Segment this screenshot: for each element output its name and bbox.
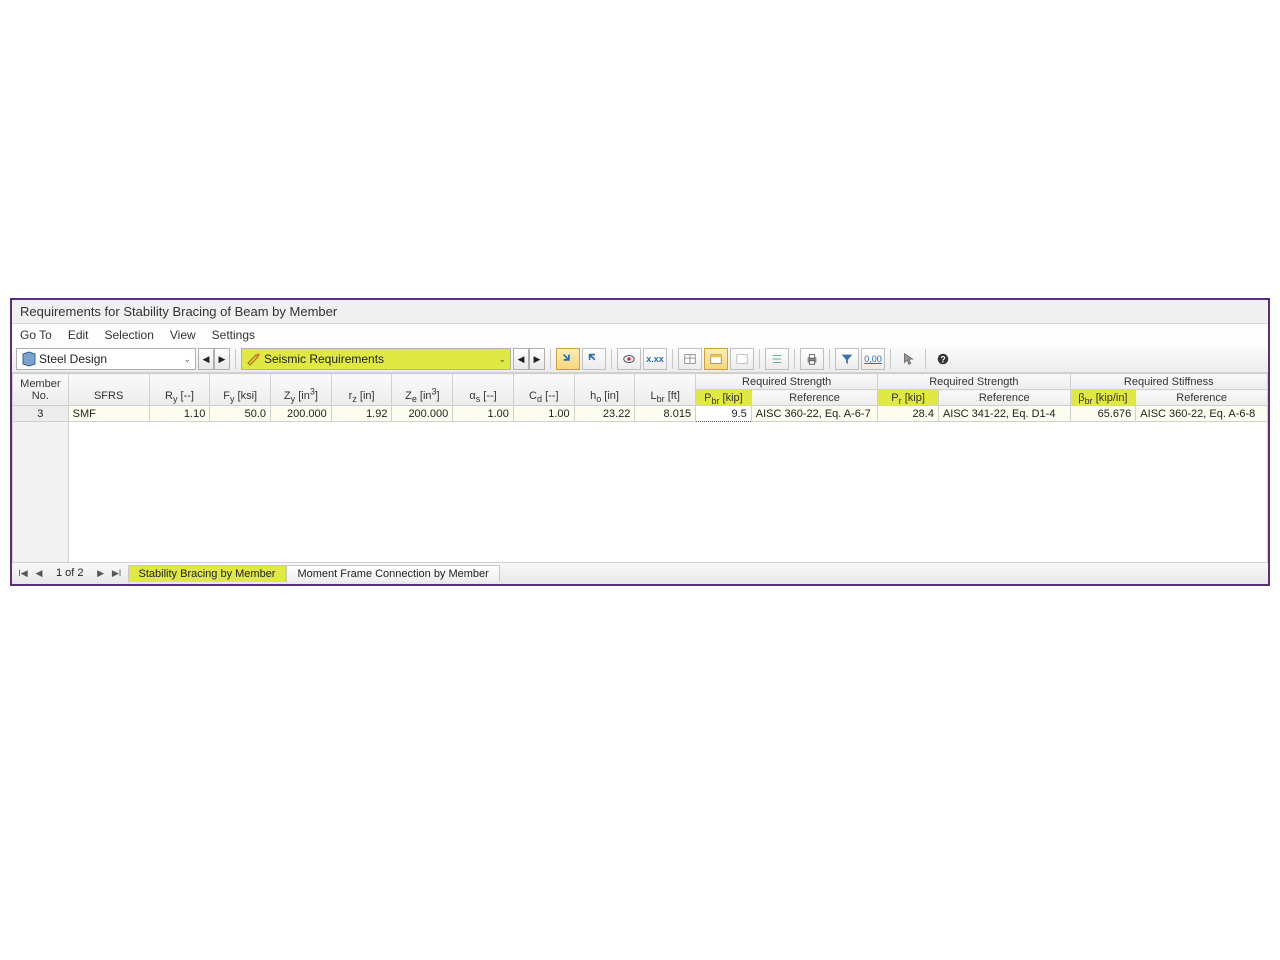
cell-zy[interactable]: 200.000 (271, 406, 332, 422)
col-sfrs[interactable]: SFRS (68, 374, 149, 406)
col-zy[interactable]: Zy [in3] (271, 374, 332, 406)
eye-icon-button[interactable] (617, 348, 641, 370)
col-lbr[interactable]: Lbr [ft] (635, 374, 696, 406)
combo-seismic-req[interactable]: Seismic Requirements ⌄ (241, 348, 511, 370)
menu-edit[interactable]: Edit (68, 328, 89, 342)
prev-category-button[interactable]: ◀ (198, 348, 214, 370)
menu-goto[interactable]: Go To (20, 328, 52, 342)
chevron-down-icon: ⌄ (169, 354, 191, 365)
col-pbr[interactable]: Pbr [kip] (696, 390, 752, 406)
print-icon-button[interactable] (800, 348, 824, 370)
group-req-strength-2: Required Strength (878, 374, 1070, 390)
table-blank-icon-button[interactable] (730, 348, 754, 370)
table-row[interactable]: 3 SMF 1.10 50.0 200.000 1.92 200.000 1.0… (13, 406, 1268, 422)
page-indicator: 1 of 2 (48, 567, 92, 579)
col-ho[interactable]: ho [in] (574, 374, 635, 406)
last-page-button[interactable]: ▶I (110, 565, 124, 581)
cell-ref2[interactable]: AISC 341-22, Eq. D1-4 (938, 406, 1070, 422)
first-page-button[interactable]: I◀ (16, 565, 30, 581)
col-ref2[interactable]: Reference (938, 390, 1070, 406)
chevron-down-icon: ⌄ (484, 354, 506, 365)
app-window: Requirements for Stability Bracing of Be… (10, 298, 1270, 586)
cell-ze[interactable]: 200.000 (392, 406, 453, 422)
col-as[interactable]: αs [--] (453, 374, 514, 406)
toolbar: Steel Design ⌄ ◀ ▶ Seismic Requirements … (12, 346, 1268, 373)
menu-view[interactable]: View (170, 328, 196, 342)
cell-bbr[interactable]: 65.676 (1070, 406, 1136, 422)
col-fy[interactable]: Fy [ksi] (210, 374, 271, 406)
combo-steel-label: Steel Design (39, 352, 107, 366)
next-category-button[interactable]: ▶ (214, 348, 230, 370)
cell-lbr[interactable]: 8.015 (635, 406, 696, 422)
next-item-button[interactable]: ▶ (529, 348, 545, 370)
cell-ry[interactable]: 1.10 (149, 406, 210, 422)
col-ze[interactable]: Ze [in3] (392, 374, 453, 406)
combo-seismic-label: Seismic Requirements (264, 352, 384, 366)
cell-cd[interactable]: 1.00 (513, 406, 574, 422)
pager: I◀ ◀ 1 of 2 ▶ ▶I (12, 565, 128, 581)
table-hl-icon-button[interactable] (704, 348, 728, 370)
group-req-strength-1: Required Strength (696, 374, 878, 390)
title-bar: Requirements for Stability Bracing of Be… (12, 300, 1268, 324)
menu-settings[interactable]: Settings (212, 328, 255, 342)
col-cd[interactable]: Cd [--] (513, 374, 574, 406)
separator (829, 349, 830, 369)
group-req-stiffness: Required Stiffness (1070, 374, 1267, 390)
table-icon-button[interactable] (678, 348, 702, 370)
tab-stability-bracing[interactable]: Stability Bracing by Member (128, 565, 287, 582)
next-page-button[interactable]: ▶ (94, 565, 108, 581)
separator (672, 349, 673, 369)
pointer-icon-button[interactable] (896, 348, 920, 370)
separator (794, 349, 795, 369)
arrow-in-icon-button[interactable] (556, 348, 580, 370)
steel-icon (21, 351, 37, 367)
col-pr[interactable]: Pr [kip] (878, 390, 939, 406)
list-icon-button[interactable] (765, 348, 789, 370)
decimal-icon-button[interactable]: x.xx (643, 348, 667, 370)
separator (759, 349, 760, 369)
col-ry[interactable]: Ry [--] (149, 374, 210, 406)
cell-ref1[interactable]: AISC 360-22, Eq. A-6-7 (751, 406, 878, 422)
cell-pr[interactable]: 28.4 (878, 406, 939, 422)
footer: I◀ ◀ 1 of 2 ▶ ▶I Stability Bracing by Me… (12, 562, 1268, 584)
pencil-check-icon (246, 351, 262, 367)
arrow-out-icon-button[interactable] (582, 348, 606, 370)
cell-fy[interactable]: 50.0 (210, 406, 271, 422)
tab-moment-frame[interactable]: Moment Frame Connection by Member (286, 565, 499, 582)
separator (890, 349, 891, 369)
help-icon-button[interactable]: ? (931, 348, 955, 370)
prev-item-button[interactable]: ◀ (513, 348, 529, 370)
separator (235, 349, 236, 369)
cell-member[interactable]: 3 (13, 406, 69, 422)
prev-page-button[interactable]: ◀ (32, 565, 46, 581)
separator (550, 349, 551, 369)
separator (925, 349, 926, 369)
combo-steel-design[interactable]: Steel Design ⌄ (16, 348, 196, 370)
col-ref1[interactable]: Reference (751, 390, 878, 406)
zero-dec-icon-button[interactable]: 0,00 (861, 348, 885, 370)
cell-rz[interactable]: 1.92 (331, 406, 392, 422)
separator (611, 349, 612, 369)
empty-area (13, 422, 1268, 562)
cell-sfrs[interactable]: SMF (68, 406, 149, 422)
col-ref3[interactable]: Reference (1136, 390, 1268, 406)
cell-ho[interactable]: 23.22 (574, 406, 635, 422)
col-member-no[interactable]: MemberNo. (13, 374, 69, 406)
menu-selection[interactable]: Selection (105, 328, 154, 342)
svg-text:?: ? (940, 355, 945, 365)
col-rz[interactable]: rz [in] (331, 374, 392, 406)
col-bbr[interactable]: βbr [kip/in] (1070, 390, 1136, 406)
window-title: Requirements for Stability Bracing of Be… (20, 304, 337, 319)
cell-as[interactable]: 1.00 (453, 406, 514, 422)
filter-icon-button[interactable] (835, 348, 859, 370)
cell-ref3[interactable]: AISC 360-22, Eq. A-6-8 (1136, 406, 1268, 422)
data-grid[interactable]: MemberNo. SFRS Ry [--] Fy [ksi] Zy [in3]… (12, 373, 1268, 562)
cell-pbr-active[interactable]: 9.5 (696, 406, 752, 422)
menu-bar: Go To Edit Selection View Settings (12, 324, 1268, 346)
